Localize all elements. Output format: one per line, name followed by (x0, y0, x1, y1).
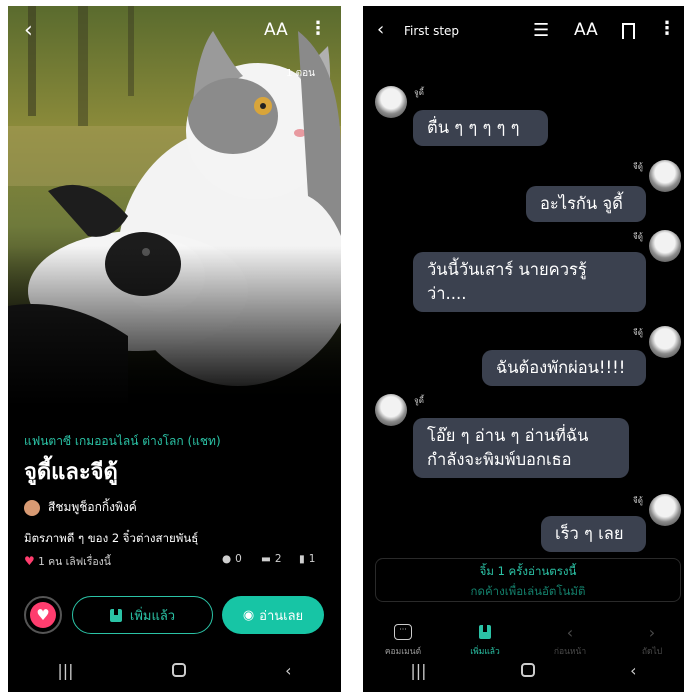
back-icon[interactable]: ‹ (24, 18, 33, 43)
comment-count: 0 (235, 553, 242, 565)
eye-icon: ◉ (242, 607, 255, 623)
avatar (649, 326, 681, 358)
message-line: ว่า.... (427, 284, 467, 303)
message-line: กำลังจะพิมพ์บอกเธอ (427, 450, 572, 469)
system-nav-bar: ||| ‹ (8, 648, 341, 692)
avatar (649, 230, 681, 262)
added-label: เพิ่มแล้ว (129, 608, 176, 624)
chevron-left-icon: ‹ (566, 622, 574, 642)
hint-line-2: กดค้างเพื่อเล่นอัตโนมัติ (470, 584, 586, 598)
font-size-button[interactable]: AA (264, 20, 288, 40)
more-options-icon[interactable]: ⋮ (309, 18, 327, 39)
sender-name: จูดี้ (414, 88, 424, 97)
episode-count: 1 ตอน (286, 68, 315, 79)
likes-info: ♥ 1 คน เลิฟเรื่องนี้ (24, 553, 111, 570)
episode-count-icon: ▮ (299, 553, 305, 565)
heart-icon: ♥ (30, 602, 56, 628)
added-to-shelf-button[interactable]: เพิ่มแล้ว (72, 596, 213, 634)
author-name: สีชมพูช็อกกิ้งพิงค์ (48, 500, 137, 514)
story-detail-screen: ‹ AA ⋮ 1 ตอน แฟนตาซี เกมออนไลน์ ต่างโลก … (8, 6, 341, 692)
avatar (649, 160, 681, 192)
tap-to-read-hint[interactable]: จิ้ม 1 ครั้งอ่านตรงนี้ กดค้างเพื่อเล่นอั… (375, 558, 681, 602)
message-stat: ▬ 2 (261, 553, 282, 565)
heart-icon: ♥ (24, 554, 35, 568)
message-count: 2 (274, 553, 282, 565)
reader-top-bar: ‹ First step ☰ AA ⋮ (363, 6, 684, 56)
back-icon[interactable]: ‹ (377, 19, 384, 40)
message-line: โอ๊ย ๆ อ่าน ๆ อ่านที่ฉัน (427, 426, 589, 445)
author-row[interactable]: สีชมพูช็อกกิ้งพิงค์ (24, 498, 137, 517)
genre-label[interactable]: แฟนตาซี เกมออนไลน์ ต่างโลก (แชท) (24, 432, 221, 451)
bookmark-icon (109, 608, 122, 622)
story-description: มิตรภาพดี ๆ ของ 2 จิ๋วต่างสายพันธุ์ (24, 531, 199, 545)
chevron-right-icon: › (648, 622, 656, 642)
system-back-button[interactable]: ‹ (630, 661, 636, 680)
recents-button[interactable]: ||| (410, 661, 426, 680)
comment-count-icon: ● (222, 553, 232, 565)
home-button[interactable] (521, 663, 536, 677)
recents-button[interactable]: ||| (57, 661, 73, 680)
episode-stat-count: 1 (308, 553, 316, 565)
likes-text: 1 คน เลิฟเรื่องนี้ (38, 556, 111, 568)
sender-name: จีดู้ (633, 162, 643, 171)
chat-bubble: เร็ว ๆ เลย (541, 516, 646, 552)
message-count-icon: ▬ (261, 553, 271, 565)
comment-stat: ● 0 (222, 553, 242, 565)
chat-reader-screen: ‹ First step ☰ AA ⋮ จูดี้ ตื่น ๆ ๆ ๆ ๆ ๆ… (363, 6, 684, 692)
read-label: อ่านเลย (259, 608, 304, 624)
episode-list-icon[interactable]: ☰ (533, 20, 549, 41)
chat-bubble: วันนี้วันเสาร์ นายควรรู้ ว่า.... (413, 252, 646, 312)
episode-stat: ▮ 1 (299, 553, 315, 565)
story-title: จูดี้และจีดู้ (24, 460, 118, 485)
avatar (375, 394, 407, 426)
chat-bubble: ตื่น ๆ ๆ ๆ ๆ ๆ (413, 110, 548, 146)
sender-name: จีดู้ (633, 496, 643, 505)
story-stats: ♥ 1 คน เลิฟเรื่องนี้ ● 0 ▬ 2 ▮ 1 (24, 553, 324, 569)
more-options-icon[interactable]: ⋮ (658, 18, 676, 39)
bookmark-icon[interactable] (622, 23, 635, 39)
author-avatar (24, 499, 40, 516)
message-line: วันนี้วันเสาร์ นายควรรู้ (427, 260, 587, 279)
chat-bubble: โอ๊ย ๆ อ่าน ๆ อ่านที่ฉัน กำลังจะพิมพ์บอก… (413, 418, 629, 478)
sender-name: จูดี้ (414, 396, 424, 405)
avatar (375, 86, 407, 118)
sender-name: จีดู้ (633, 328, 643, 337)
comment-icon: ··· (394, 624, 412, 640)
font-size-button[interactable]: AA (574, 20, 598, 40)
system-nav-bar: ||| ‹ (363, 648, 684, 692)
home-button[interactable] (172, 663, 187, 677)
episode-title: First step (404, 24, 460, 38)
chat-bubble: อะไรกัน จูดี้ (526, 186, 646, 222)
chat-bubble: ฉันต้องพักผ่อน!!!! (482, 350, 646, 386)
hint-line-1: จิ้ม 1 ครั้งอ่านตรงนี้ (479, 564, 577, 578)
avatar (649, 494, 681, 526)
system-back-button[interactable]: ‹ (285, 661, 291, 680)
sender-name: จีดู้ (633, 232, 643, 241)
bookmark-icon (479, 625, 491, 639)
love-button[interactable]: ♥ (24, 596, 62, 634)
read-now-button[interactable]: ◉ อ่านเลย (222, 596, 324, 634)
cover-top-bar: ‹ AA ⋮ (8, 6, 341, 56)
